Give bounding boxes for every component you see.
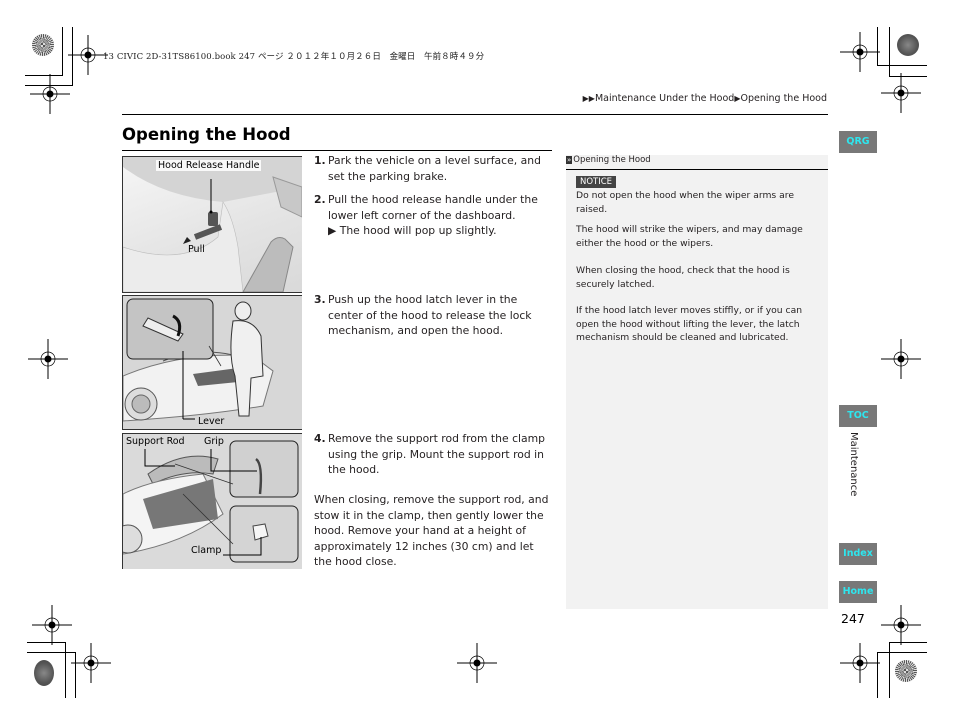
step-3: 3. Push up the hood latch lever in the c… [314,292,554,339]
tab-toc[interactable]: TOC [839,405,877,427]
crop-mark [877,652,927,653]
registration-mark [28,339,68,379]
callout-support-rod: Support Rod [126,436,185,447]
registration-mark [881,73,921,113]
registration-mark [30,74,70,114]
crop-mark [889,642,890,698]
closing-instructions: When closing, remove the support rod, an… [314,493,549,568]
section-label: Maintenance [848,432,859,497]
crop-mark [62,27,63,75]
breadcrumb: ▶▶Maintenance Under the Hood▶Opening the… [583,93,827,104]
breadcrumb-item-maintenance-under-the-hood[interactable]: Maintenance Under the Hood [595,93,734,104]
sidebar-header-title: Opening the Hood [573,155,651,165]
dashboard-illustration [123,157,302,292]
registration-mark [840,643,880,683]
registration-mark [32,605,72,645]
notice-text: Do not open the hood when the wiper arms… [576,190,794,215]
print-job-header: 13 CIVIC 2D-31TS86100.book 247 ページ ２０１２年… [103,52,485,62]
step-text: Park the vehicle on a level surface, and… [328,154,541,183]
registration-mark [457,643,497,683]
title-rule [122,150,552,151]
crop-mark [889,642,927,643]
step-text: Pull the hood release handle under the l… [328,193,538,222]
registration-mark [840,32,880,72]
crop-mark [65,642,66,698]
color-wheel-mark [895,660,917,682]
registration-mark [71,643,111,683]
callout-hood-release-handle: Hood Release Handle [156,160,262,171]
step-number: 3. [314,293,326,306]
callout-lever: Lever [198,416,225,427]
sidebar-paragraph: When closing the hood, check that the ho… [576,265,790,290]
color-wheel-mark [32,34,54,56]
figure-hood-latch-lever: Lever [122,295,302,430]
step-result: ▶ The hood will pop up slightly. [328,224,497,237]
callout-pull: Pull [188,244,205,255]
sidebar-header: » Opening the Hood [566,155,828,170]
tab-index[interactable]: Index [839,543,877,565]
header-rule [122,114,828,115]
registration-mark [881,605,921,645]
callout-grip: Grip [204,436,224,447]
hood-latch-illustration [123,298,274,422]
step-number: 2. [314,193,326,206]
color-wheel-mark [897,34,919,56]
figure-hood-release-handle: Hood Release Handle Pull [122,156,302,293]
tab-home[interactable]: Home [839,581,877,603]
page-number: 247 [841,611,865,626]
color-wheel-mark [34,660,54,686]
crop-mark [877,652,878,698]
figure-support-rod: Support Rod Grip Clamp [122,433,302,569]
crop-mark [877,65,927,66]
step-1: 1. Park the vehicle on a level surface, … [314,153,554,184]
crop-mark [889,27,890,76]
double-chevron-icon: » [566,156,573,164]
breadcrumb-item-opening-the-hood[interactable]: Opening the Hood [741,93,828,104]
step-number: 1. [314,154,326,167]
registration-mark [68,35,108,75]
step-number: 4. [314,432,326,445]
callout-clamp: Clamp [191,545,222,556]
notice-badge: NOTICE [576,176,617,188]
step-text: Push up the hood latch lever in the cent… [328,293,532,337]
step-text: Remove the support rod from the clamp us… [328,432,546,476]
sidebar-paragraph: The hood will strike the wipers, and may… [576,224,803,249]
double-triangle-right-icon: ▶▶ [582,94,595,103]
step-4: 4. Remove the support rod from the clamp… [314,431,554,478]
crop-mark [75,652,76,698]
step-2: 2. Pull the hood release handle under th… [314,192,554,239]
sidebar-paragraph: If the hood latch lever moves stiffly, o… [576,305,803,343]
page-title: Opening the Hood [122,125,291,144]
crop-mark [27,652,75,653]
registration-mark [881,339,921,379]
tab-qrg[interactable]: QRG [839,131,877,153]
crop-mark [27,642,65,643]
